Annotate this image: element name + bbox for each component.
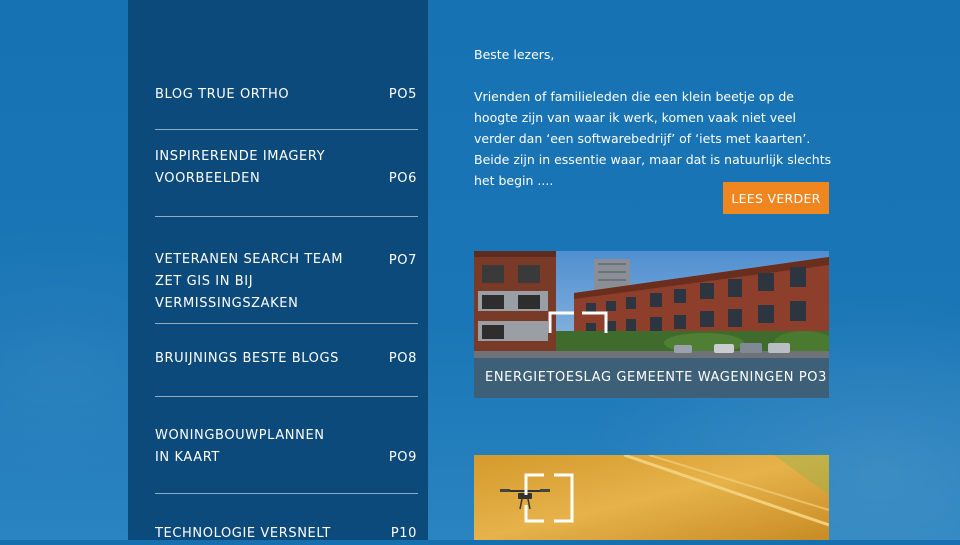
intro-letter: Beste lezers, Vrienden of familieleden d…: [474, 44, 834, 191]
toc-item-title: TECHNOLOGIE VERSNELT: [155, 526, 331, 541]
toc-item-page: PO9: [388, 450, 417, 465]
toc-item-page: PO6: [388, 171, 417, 186]
toc-item-veteranen-search-team[interactable]: VETERANEN SEARCH TEAM ZET GIS IN BIJ VER…: [155, 249, 418, 315]
toc-item-title: VETERANEN SEARCH TEAM ZET GIS IN BIJ VER…: [155, 252, 344, 311]
toc-item-page: P10: [390, 526, 417, 541]
toc-divider: [155, 216, 418, 217]
toc-divider: [155, 129, 418, 130]
article-card-wheat-field[interactable]: [474, 455, 829, 540]
toc-item-title: BRUIJNINGS BESTE BLOGS: [155, 351, 340, 366]
toc-divider: [155, 396, 418, 397]
read-more-button[interactable]: LEES VERDER: [723, 182, 829, 214]
table-of-contents: BLOG TRUE ORTHO PO5 INSPIRERENDE IMAGERY…: [128, 0, 428, 541]
toc-item-technologie-versnelt[interactable]: TECHNOLOGIE VERSNELT P10: [155, 523, 418, 545]
intro-body: Vrienden of familieleden die een klein b…: [474, 89, 832, 188]
toc-divider: [155, 323, 418, 324]
toc-item-imagery-voorbeelden[interactable]: INSPIRERENDE IMAGERY VOORBEELDEN PO6: [155, 146, 418, 190]
toc-divider: [155, 493, 418, 494]
frame-corners-icon: [548, 311, 608, 333]
frame-corners-icon: [524, 473, 574, 523]
toc-item-title: INSPIRERENDE IMAGERY VOORBEELDEN: [155, 149, 326, 186]
toc-item-bruijnings-beste-blogs[interactable]: BRUIJNINGS BESTE BLOGS PO8: [155, 348, 418, 370]
toc-item-page: PO5: [388, 87, 417, 102]
article-card-energietoeslag[interactable]: ENERGIETOESLAG GEMEENTE WAGENINGEN PO3: [474, 251, 829, 398]
card-caption: ENERGIETOESLAG GEMEENTE WAGENINGEN PO3: [474, 358, 829, 398]
toc-item-title: BLOG TRUE ORTHO: [155, 87, 290, 102]
toc-item-page: PO8: [388, 351, 417, 366]
toc-item-page: PO7: [388, 253, 417, 268]
toc-item-woningbouwplannen[interactable]: WONINGBOUWPLANNEN IN KAART PO9: [155, 425, 418, 469]
toc-item-title: WONINGBOUWPLANNEN IN KAART: [155, 428, 325, 465]
toc-item-blog-true-ortho[interactable]: BLOG TRUE ORTHO PO5: [155, 84, 418, 106]
intro-greeting: Beste lezers,: [474, 47, 555, 62]
